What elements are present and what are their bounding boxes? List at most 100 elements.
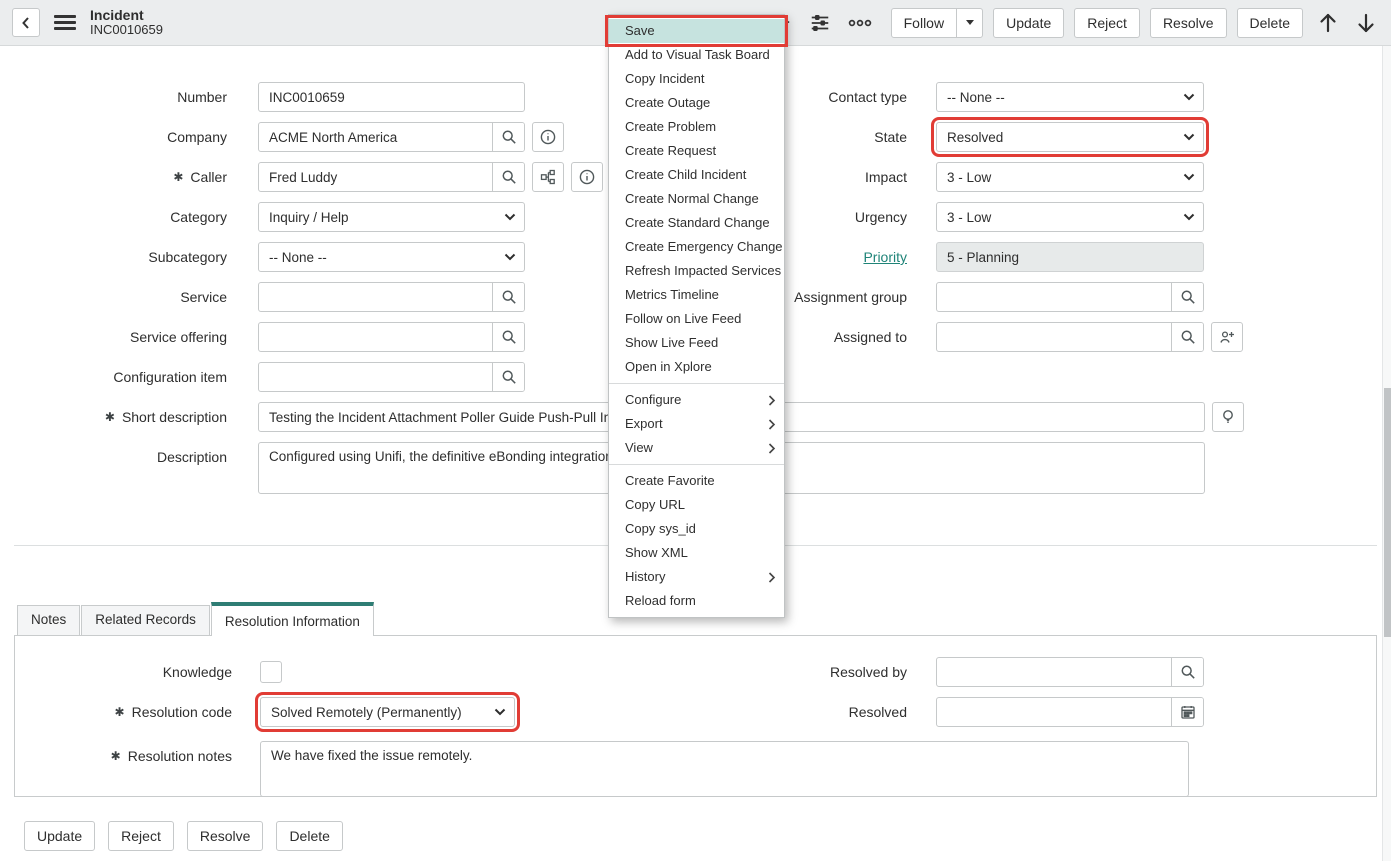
- magnifier-icon: [1180, 289, 1196, 305]
- assigned-to-input[interactable]: [937, 323, 1171, 351]
- assign-to-me-button[interactable]: [1211, 322, 1243, 352]
- number-label: Number: [0, 82, 227, 112]
- resolve-button-footer[interactable]: Resolve: [187, 821, 264, 851]
- company-info-button[interactable]: [532, 122, 564, 152]
- menu-item-create-favorite[interactable]: Create Favorite: [609, 469, 784, 493]
- scrollbar-thumb[interactable]: [1384, 388, 1391, 637]
- reject-button-footer[interactable]: Reject: [108, 821, 174, 851]
- category-select[interactable]: Inquiry / Help: [258, 202, 525, 232]
- description-label: Description: [0, 442, 227, 472]
- tab-related-records[interactable]: Related Records: [81, 605, 210, 635]
- personalize-form-icon[interactable]: [807, 10, 833, 36]
- resolved-by-input[interactable]: [937, 658, 1171, 686]
- menu-item-show-live-feed[interactable]: Show Live Feed: [609, 331, 784, 355]
- resolution-right-column: Resolved by Resolved: [761, 657, 1204, 737]
- number-input[interactable]: [258, 82, 525, 112]
- service-input[interactable]: [259, 283, 492, 311]
- context-menu-icon[interactable]: [54, 15, 76, 30]
- menu-item-configure[interactable]: Configure: [609, 388, 784, 412]
- resolved-input[interactable]: [937, 698, 1171, 726]
- suggestion-button[interactable]: [1212, 402, 1244, 432]
- footer-actions: Update Reject Resolve Delete: [24, 821, 1391, 851]
- company-lookup-button[interactable]: [492, 123, 524, 151]
- update-button[interactable]: Update: [993, 8, 1064, 38]
- assignment-group-input[interactable]: [937, 283, 1171, 311]
- menu-item-follow-on-live-feed[interactable]: Follow on Live Feed: [609, 307, 784, 331]
- menu-item-add-to-visual-task-board[interactable]: Add to Visual Task Board: [609, 43, 784, 67]
- menu-item-create-child-incident[interactable]: Create Child Incident: [609, 163, 784, 187]
- chevron-down-icon: [1183, 133, 1195, 141]
- impact-select[interactable]: 3 - Low: [936, 162, 1204, 192]
- resolved-date-picker-button[interactable]: [1171, 698, 1203, 726]
- menu-item-view[interactable]: View: [609, 436, 784, 460]
- menu-item-create-outage[interactable]: Create Outage: [609, 91, 784, 115]
- menu-item-open-in-xplore[interactable]: Open in Xplore: [609, 355, 784, 379]
- field-row-resolved: Resolved: [761, 697, 1204, 727]
- vertical-scrollbar[interactable]: [1382, 46, 1391, 861]
- org-chart-icon: [540, 169, 556, 185]
- service-offering-input[interactable]: [259, 323, 492, 351]
- resolved-by-lookup-button[interactable]: [1171, 658, 1203, 686]
- resolution-notes-label: ✱ Resolution notes: [15, 741, 232, 771]
- resolved-by-label: Resolved by: [761, 657, 907, 687]
- follow-dropdown-button[interactable]: [956, 8, 983, 38]
- back-button[interactable]: [12, 8, 40, 37]
- menu-item-create-request[interactable]: Create Request: [609, 139, 784, 163]
- next-record-icon[interactable]: [1353, 10, 1379, 36]
- caller-hierarchy-button[interactable]: [532, 162, 564, 192]
- resolution-code-select[interactable]: Solved Remotely (Permanently): [260, 697, 515, 727]
- service-offering-lookup-button[interactable]: [492, 323, 524, 351]
- caller-info-button[interactable]: [571, 162, 603, 192]
- delete-button[interactable]: Delete: [1237, 8, 1303, 38]
- subcategory-select[interactable]: -- None --: [258, 242, 525, 272]
- tab-resolution-information[interactable]: Resolution Information: [211, 602, 374, 636]
- caller-input[interactable]: [259, 163, 492, 191]
- caret-down-icon: [965, 19, 975, 26]
- menu-item-refresh-impacted-services[interactable]: Refresh Impacted Services: [609, 259, 784, 283]
- menu-item-create-normal-change[interactable]: Create Normal Change: [609, 187, 784, 211]
- menu-item-save[interactable]: Save: [609, 19, 784, 43]
- contact-type-select[interactable]: -- None --: [936, 82, 1204, 112]
- magnifier-icon: [501, 169, 517, 185]
- menu-item-copy-sys-id[interactable]: Copy sys_id: [609, 517, 784, 541]
- menu-item-show-xml[interactable]: Show XML: [609, 541, 784, 565]
- menu-item-metrics-timeline[interactable]: Metrics Timeline: [609, 283, 784, 307]
- configuration-item-lookup-button[interactable]: [492, 363, 524, 391]
- reject-button[interactable]: Reject: [1074, 8, 1140, 38]
- calendar-icon: [1180, 704, 1196, 720]
- info-icon: [579, 169, 595, 185]
- resolve-button[interactable]: Resolve: [1150, 8, 1227, 38]
- menu-item-copy-incident[interactable]: Copy Incident: [609, 67, 784, 91]
- menu-item-copy-url[interactable]: Copy URL: [609, 493, 784, 517]
- assignment-group-lookup-button[interactable]: [1171, 283, 1203, 311]
- configuration-item-input[interactable]: [259, 363, 492, 391]
- menu-item-create-emergency-change[interactable]: Create Emergency Change: [609, 235, 784, 259]
- service-lookup-button[interactable]: [492, 283, 524, 311]
- follow-button[interactable]: Follow: [891, 8, 957, 38]
- previous-record-icon[interactable]: [1315, 10, 1341, 36]
- update-button-footer[interactable]: Update: [24, 821, 95, 851]
- priority-link[interactable]: Priority: [863, 242, 907, 272]
- urgency-select[interactable]: 3 - Low: [936, 202, 1204, 232]
- menu-item-reload-form[interactable]: Reload form: [609, 589, 784, 613]
- field-row-priority: Priority 5 - Planning: [760, 242, 1243, 272]
- company-input[interactable]: [259, 123, 492, 151]
- required-marker: ✱: [173, 162, 183, 192]
- menu-item-create-standard-change[interactable]: Create Standard Change: [609, 211, 784, 235]
- magnifier-icon: [501, 289, 517, 305]
- resolution-notes-textarea[interactable]: We have fixed the issue remotely.: [260, 741, 1189, 797]
- required-marker: ✱: [115, 697, 125, 727]
- menu-item-export[interactable]: Export: [609, 412, 784, 436]
- delete-button-footer[interactable]: Delete: [276, 821, 342, 851]
- assigned-to-lookup-button[interactable]: [1171, 323, 1203, 351]
- tab-notes[interactable]: Notes: [17, 605, 80, 635]
- menu-item-create-problem[interactable]: Create Problem: [609, 115, 784, 139]
- more-options-icon[interactable]: [847, 10, 873, 36]
- menu-item-history[interactable]: History: [609, 565, 784, 589]
- state-select[interactable]: Resolved: [936, 122, 1204, 152]
- caller-lookup-button[interactable]: [492, 163, 524, 191]
- knowledge-checkbox[interactable]: [260, 661, 282, 683]
- record-title: Incident INC0010659: [90, 7, 163, 38]
- magnifier-icon: [1180, 329, 1196, 345]
- category-label: Category: [0, 202, 227, 232]
